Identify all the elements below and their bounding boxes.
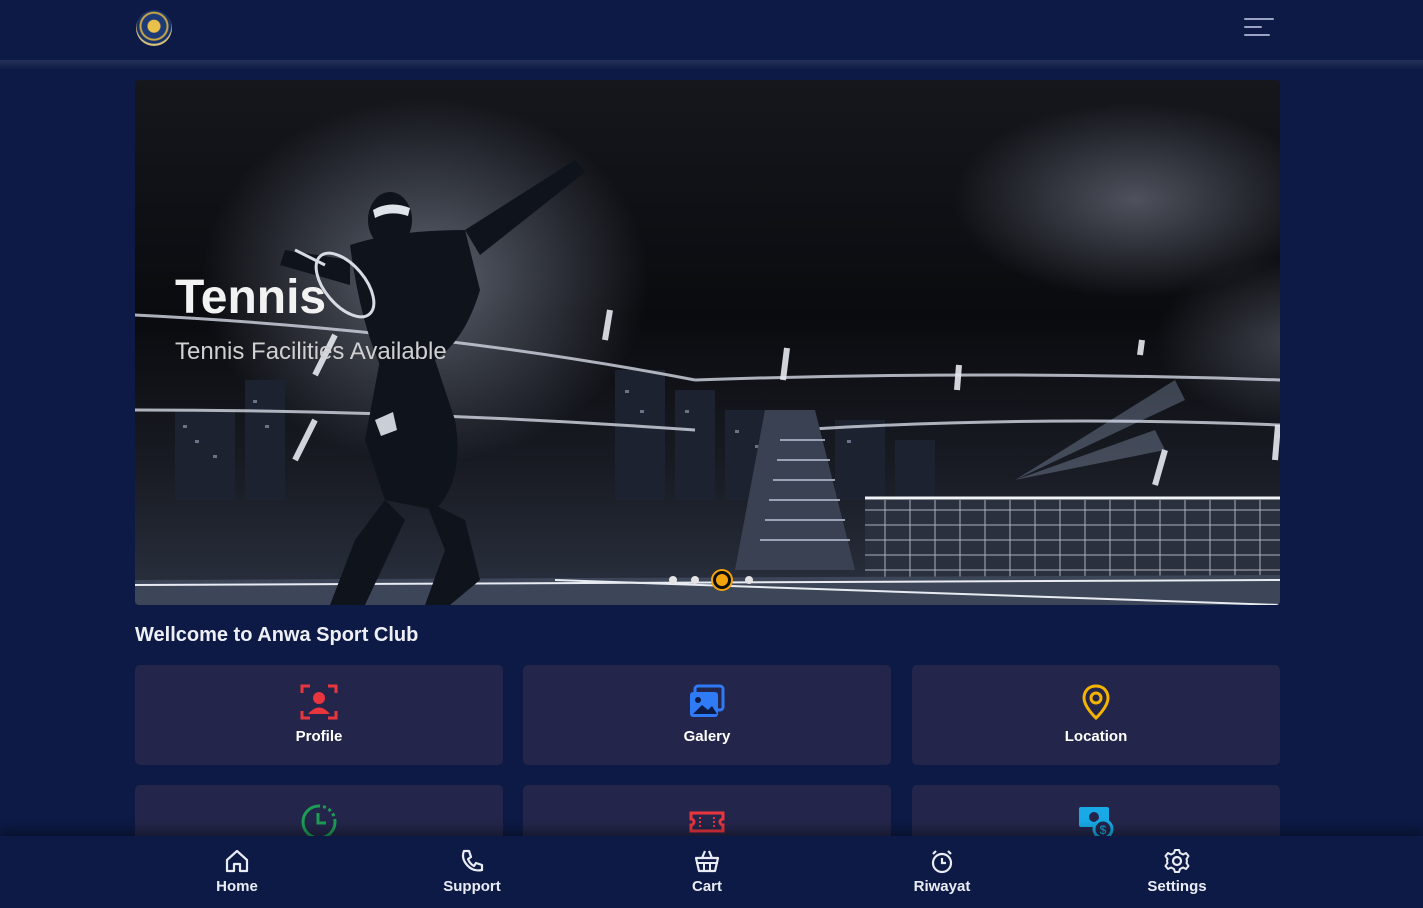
nav-riwayat[interactable]: Riwayat (882, 836, 1002, 908)
card-label: Profile (295, 728, 343, 745)
carousel-indicators (669, 570, 767, 590)
location-card[interactable]: Location (912, 665, 1280, 765)
carousel-dot-1[interactable] (669, 576, 677, 584)
hero-title: Tennis (175, 271, 327, 324)
nav-cart[interactable]: Cart (647, 836, 767, 908)
carousel-dot-3-active[interactable] (713, 571, 731, 589)
carousel-dot-4[interactable] (745, 576, 753, 584)
phone-icon (461, 849, 484, 872)
top-bar-shadow (0, 60, 1423, 70)
bottom-navigation: Home Support Cart Riwayat Settings (0, 836, 1423, 908)
basket-icon (694, 850, 720, 873)
nav-label: Home (216, 878, 258, 895)
nav-label: Support (443, 878, 501, 895)
hero-subtitle: Tennis Facilities Available (175, 338, 447, 365)
hero-carousel[interactable]: Tennis Tennis Facilities Available (135, 80, 1280, 605)
menu-icon-line (1244, 26, 1262, 28)
card-label: Location (1064, 728, 1128, 745)
card-label: Galery (683, 728, 731, 745)
location-pin-icon (1082, 684, 1110, 721)
gear-icon (1164, 849, 1190, 873)
svg-text:$: $ (1100, 823, 1107, 837)
stopwatch-icon (931, 850, 953, 874)
nav-label: Cart (691, 878, 722, 895)
carousel-dot-2[interactable] (691, 576, 699, 584)
nav-label: Riwayat (913, 878, 971, 895)
club-logo[interactable] (136, 10, 172, 46)
welcome-heading: Wellcome to Anwa Sport Club (135, 624, 419, 646)
nav-label: Settings (1147, 878, 1207, 895)
home-icon (225, 849, 249, 873)
profile-card[interactable]: Profile (135, 665, 503, 765)
menu-icon-line (1244, 34, 1270, 36)
top-bar (0, 0, 1423, 60)
gallery-icon (690, 684, 725, 717)
nav-settings[interactable]: Settings (1117, 836, 1237, 908)
profile-icon (300, 684, 338, 720)
gallery-card[interactable]: Galery (523, 665, 891, 765)
nav-support[interactable]: Support (412, 836, 532, 908)
nav-home[interactable]: Home (177, 836, 297, 908)
menu-icon-line (1244, 18, 1274, 20)
menu-button[interactable] (1244, 18, 1276, 40)
